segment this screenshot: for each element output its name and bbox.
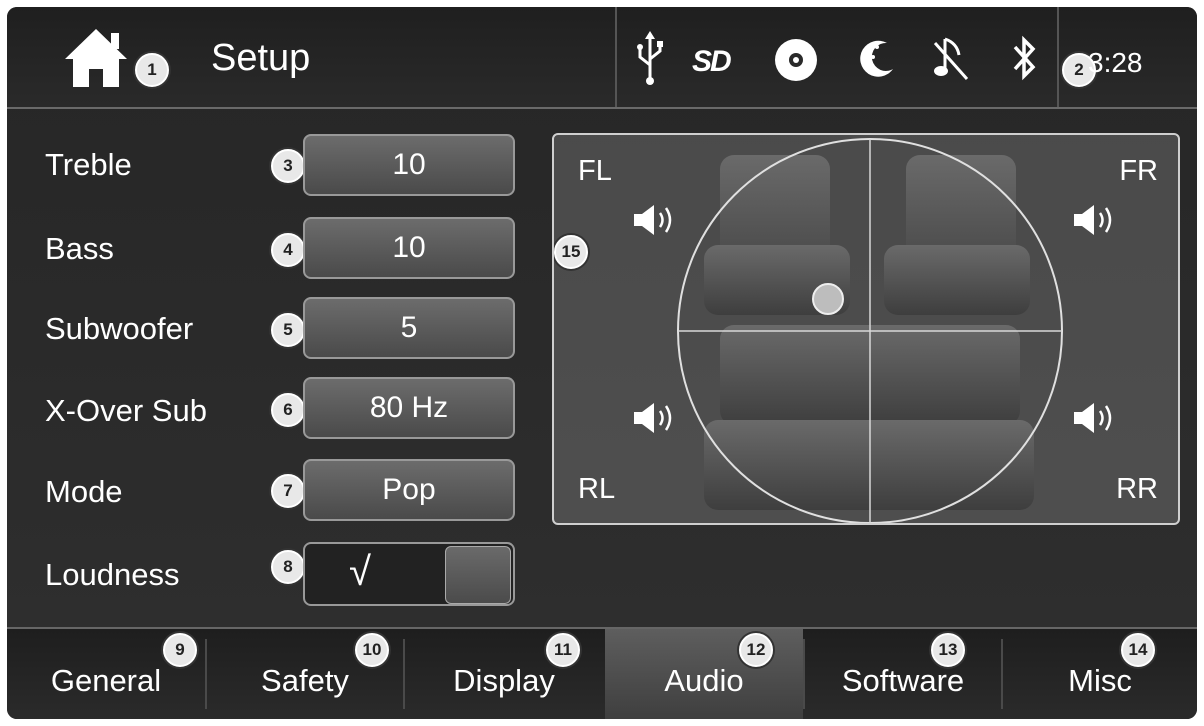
callout-12: 12 [739, 633, 773, 667]
setup-screen: 1 Setup SD 2 3:28 Treble 3 10 Bass 4 10 … [7, 7, 1197, 719]
subwoofer-label: Subwoofer [45, 311, 194, 346]
tab-safety-label: Safety [261, 663, 349, 698]
callout-5: 5 [271, 313, 305, 347]
tab-bar: General Safety Display Audio Software Mi… [7, 627, 1197, 719]
home-icon [65, 29, 127, 87]
divider [615, 7, 617, 107]
callout-14: 14 [1121, 633, 1155, 667]
speaker-rl-icon [634, 403, 672, 433]
mute-icon [933, 37, 969, 80]
balance-fader-panel[interactable]: FL FR RL RR 15 [552, 133, 1180, 525]
callout-6: 6 [271, 393, 305, 427]
xover-label: X-Over Sub [45, 393, 207, 428]
mode-value-button[interactable]: Pop [303, 459, 515, 521]
tab-misc-label: Misc [1068, 663, 1132, 698]
tab-general-label: General [50, 663, 162, 698]
callout-15: 15 [554, 235, 588, 269]
clock-time: 3:28 [1088, 47, 1143, 78]
speaker-rr-icon [1074, 403, 1112, 433]
mode-value: Pop [382, 473, 436, 506]
callout-10: 10 [355, 633, 389, 667]
dimmer-icon [860, 40, 893, 77]
xover-value-button[interactable]: 80 Hz [303, 377, 515, 439]
divider [1057, 7, 1059, 107]
callout-4: 4 [271, 233, 305, 267]
speaker-fl-icon [634, 205, 672, 235]
callout-3: 3 [271, 149, 305, 183]
loudness-toggle[interactable]: √ [303, 542, 515, 606]
subwoofer-value: 5 [400, 311, 418, 344]
bass-label: Bass [45, 231, 114, 266]
loudness-label: Loudness [45, 557, 180, 592]
bluetooth-icon [1013, 35, 1036, 81]
home-button[interactable] [57, 19, 137, 99]
sd-icon: SD [692, 45, 732, 79]
callout-9: 9 [163, 633, 197, 667]
check-icon: √ [349, 550, 371, 594]
toggle-knob[interactable] [445, 546, 511, 604]
bass-value-button[interactable]: 10 [303, 217, 515, 279]
treble-value: 10 [392, 148, 426, 181]
balance-position-handle[interactable] [812, 283, 844, 315]
tab-software[interactable]: Software [805, 629, 1001, 719]
disc-icon [775, 39, 817, 81]
tab-misc[interactable]: Misc [1003, 629, 1197, 719]
fr-label: FR [1119, 155, 1158, 187]
rl-label: RL [578, 473, 616, 505]
balance-graph [677, 138, 1063, 523]
tab-display-label: Display [453, 663, 555, 698]
tab-software-label: Software [841, 663, 965, 698]
callout-7: 7 [271, 474, 305, 508]
callout-1: 1 [135, 53, 169, 87]
tab-audio[interactable]: Audio [605, 629, 803, 719]
top-bar: 1 Setup SD 2 3:28 [7, 7, 1197, 109]
tab-audio-label: Audio [664, 663, 744, 698]
xover-value: 80 Hz [369, 391, 449, 424]
callout-8: 8 [271, 550, 305, 584]
treble-label: Treble [45, 147, 132, 182]
page-title: Setup [211, 37, 311, 79]
mode-label: Mode [45, 474, 123, 509]
subwoofer-value-button[interactable]: 5 [303, 297, 515, 359]
callout-11: 11 [546, 633, 580, 667]
callout-13: 13 [931, 633, 965, 667]
treble-value-button[interactable]: 10 [303, 134, 515, 196]
usb-icon [637, 31, 663, 85]
speaker-fr-icon [1074, 205, 1112, 235]
sd-icon-text: SD [692, 45, 732, 78]
fl-label: FL [578, 155, 612, 187]
rr-label: RR [1116, 473, 1158, 505]
bass-value: 10 [392, 231, 426, 264]
